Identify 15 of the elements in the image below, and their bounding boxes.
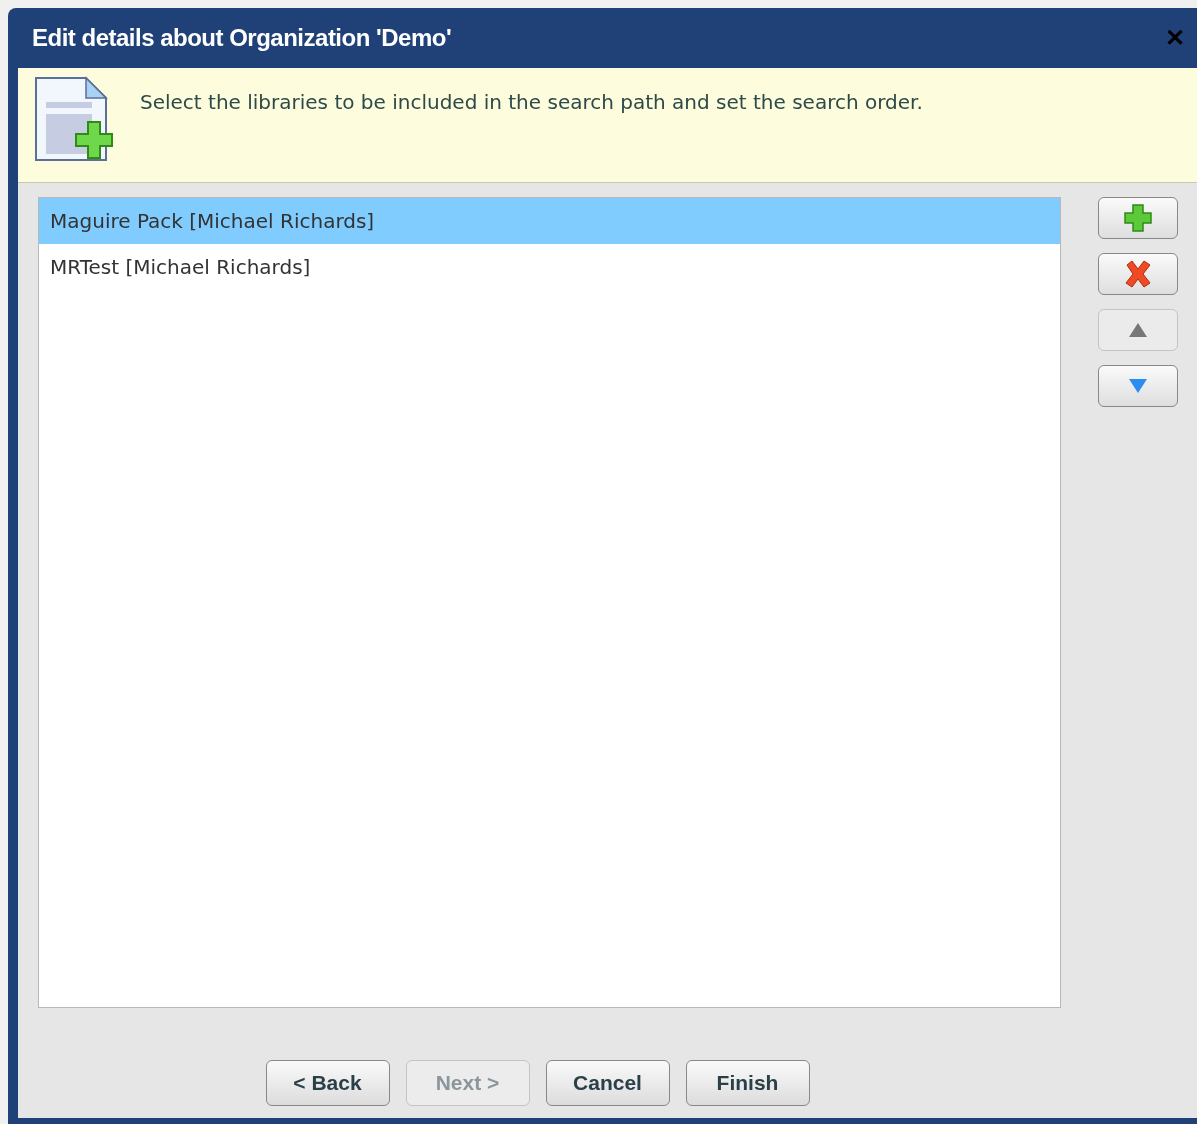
library-item[interactable]: Maguire Pack [Michael Richards] bbox=[39, 198, 1060, 244]
wizard-button[interactable]: < Back bbox=[265, 1060, 390, 1106]
library-item[interactable]: MRTest [Michael Richards] bbox=[39, 244, 1060, 290]
add-button[interactable] bbox=[1098, 197, 1178, 239]
wizard-button[interactable]: Finish bbox=[685, 1060, 810, 1106]
document-add-icon bbox=[34, 76, 116, 164]
up-triangle-icon bbox=[1127, 321, 1149, 339]
instruction-text: Select the libraries to be included in the search path and set the search order. bbox=[140, 90, 923, 114]
wizard-button[interactable]: Cancel bbox=[545, 1060, 670, 1106]
window-title: Edit details about Organization 'Demo' bbox=[32, 24, 452, 52]
remove-button[interactable] bbox=[1098, 253, 1178, 295]
cross-icon bbox=[1123, 259, 1153, 289]
down-button[interactable] bbox=[1098, 365, 1178, 407]
down-triangle-icon bbox=[1127, 377, 1149, 395]
plus-icon bbox=[1123, 203, 1153, 233]
